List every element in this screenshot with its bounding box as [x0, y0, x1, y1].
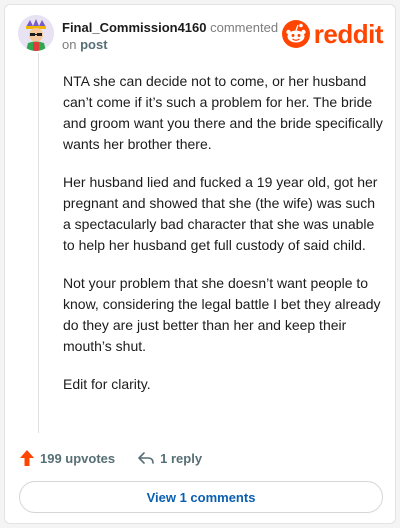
comment-paragraph: NTA she can decide not to come, or her h… — [63, 73, 383, 152]
reply-arrow-icon — [138, 452, 154, 464]
upvote-button[interactable]: 199 upvotes — [19, 449, 115, 467]
post-link[interactable]: post — [80, 37, 107, 52]
comment-paragraph: Not your problem that she doesn’t want p… — [63, 275, 381, 354]
username[interactable]: Final_Commission4160 — [62, 20, 207, 35]
upvote-count: 199 upvotes — [40, 450, 116, 466]
on-text: on — [62, 37, 77, 52]
reddit-logo-icon — [281, 20, 310, 48]
comment-paragraph: Edit for clarity. — [63, 376, 151, 392]
comment-body: NTA she can decide not to come, or her h… — [63, 71, 383, 412]
comment-card: Final_Commission4160 commented on post r… — [4, 4, 396, 524]
comment-header: Final_Commission4160 commented on post r… — [18, 15, 384, 57]
reply-button[interactable]: 1 reply — [137, 451, 202, 466]
avatar[interactable] — [18, 15, 54, 51]
view-comments-button[interactable]: View 1 comments — [19, 481, 383, 513]
upvote-arrow-icon — [20, 450, 34, 466]
comment-meta: Final_Commission4160 commented on post — [62, 19, 278, 53]
reddit-logo: reddit — [281, 18, 384, 49]
comment-actions: 199 upvotes 1 reply — [19, 447, 202, 469]
action-text: commented — [210, 20, 279, 35]
comment-paragraph: Her husband lied and fucked a 19 year ol… — [63, 174, 378, 253]
reply-count: 1 reply — [160, 450, 203, 466]
reddit-wordmark: reddit — [313, 18, 384, 49]
thread-line — [38, 53, 39, 433]
